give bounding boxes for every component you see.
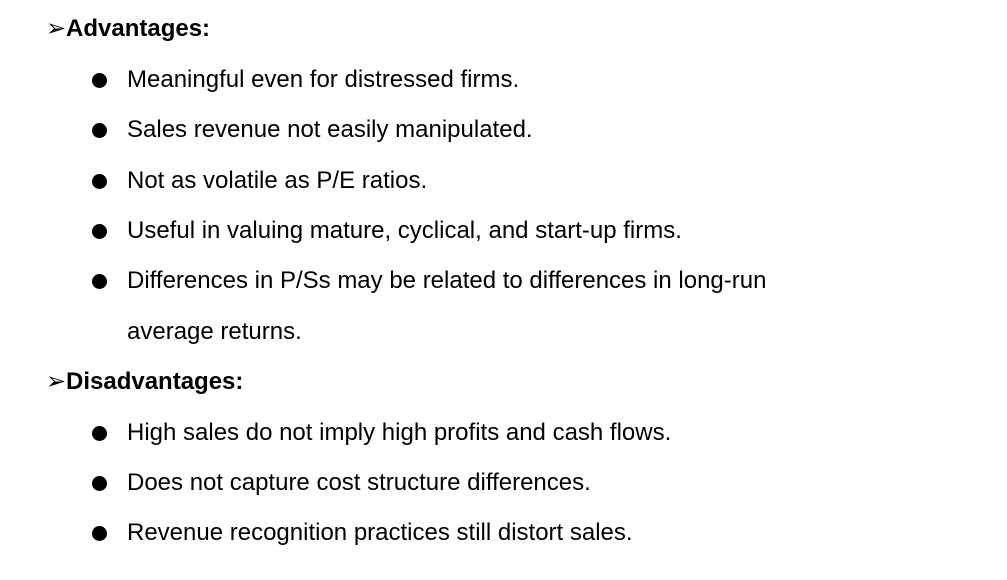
advantages-heading: ➢Advantages: xyxy=(46,14,210,44)
disadvantage-item-text: Revenue recognition practices still dist… xyxy=(127,519,633,546)
bullet-dot-icon xyxy=(92,73,107,88)
advantages-heading-text: Advantages: xyxy=(66,15,211,42)
bullet-dot-icon xyxy=(92,123,107,138)
disadvantages-heading: ➢Disadvantages: xyxy=(46,367,243,397)
arrow-bullet-icon: ➢ xyxy=(46,15,67,42)
advantage-item-text: Not as volatile as P/E ratios. xyxy=(127,167,428,194)
advantage-item-text: Useful in valuing mature, cyclical, and … xyxy=(127,217,682,244)
bullet-dot-icon xyxy=(92,174,107,189)
bullet-dot-icon xyxy=(92,426,107,441)
arrow-bullet-icon: ➢ xyxy=(46,368,67,395)
advantage-item-continuation: average returns. xyxy=(127,318,302,345)
bullet-dot-icon xyxy=(92,274,107,289)
bullet-dot-icon xyxy=(92,476,107,491)
bullet-dot-icon xyxy=(92,224,107,239)
advantage-item-text: Sales revenue not easily manipulated. xyxy=(127,116,533,143)
disadvantage-item-text: Does not capture cost structure differen… xyxy=(127,469,591,496)
document-page: ➢Advantages: Meaningful even for distres… xyxy=(0,0,1007,580)
disadvantage-item-text: High sales do not imply high profits and… xyxy=(127,419,672,446)
disadvantages-heading-text: Disadvantages: xyxy=(66,368,244,395)
bullet-dot-icon xyxy=(92,526,107,541)
advantage-item-text: Differences in P/Ss may be related to di… xyxy=(127,267,767,294)
advantage-item-text: Meaningful even for distressed firms. xyxy=(127,66,520,93)
